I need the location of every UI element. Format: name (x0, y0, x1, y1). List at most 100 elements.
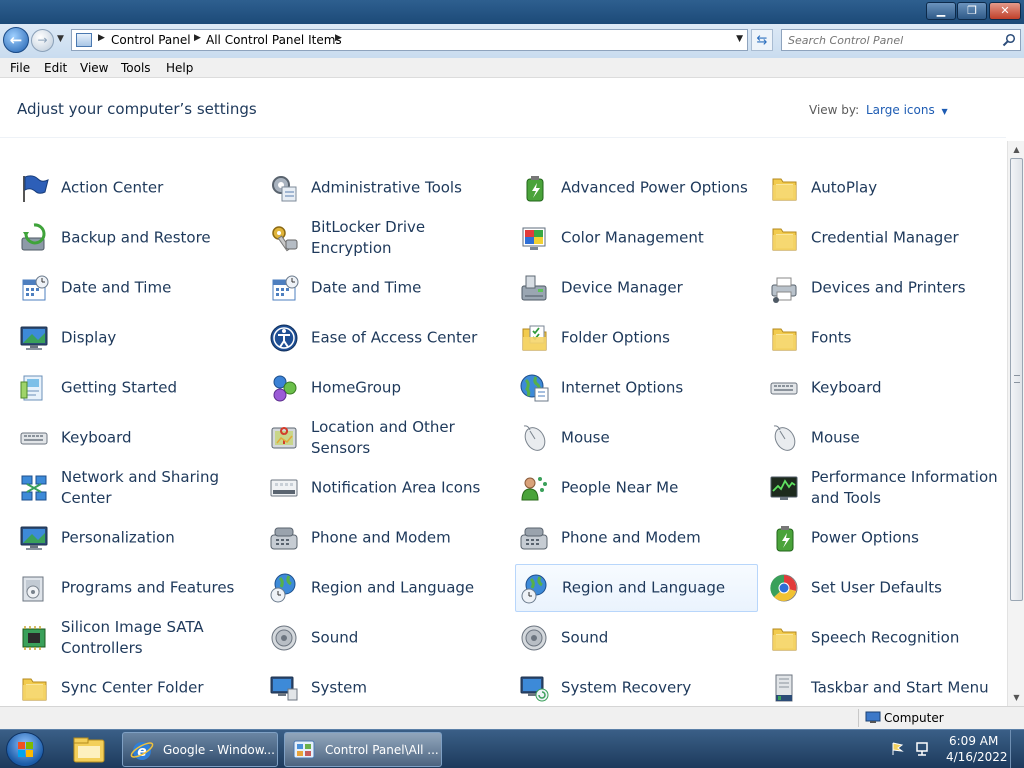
scroll-up-button[interactable]: ▲ (1008, 141, 1024, 158)
control-panel-item[interactable]: Date and Time (265, 264, 508, 312)
taskbar-task-control-panel[interactable]: Control Panel\All ... (284, 732, 442, 767)
monitor-icon (20, 526, 48, 550)
back-button[interactable]: ← (3, 27, 29, 53)
accessibility-icon (270, 324, 298, 352)
breadcrumb-chevron-icon[interactable]: ▶ (194, 33, 201, 43)
control-panel-item[interactable]: Silicon Image SATA Controllers (15, 614, 258, 662)
control-panel-item[interactable]: Getting Started (15, 364, 258, 412)
control-panel-item[interactable]: Administrative Tools (265, 164, 508, 212)
control-panel-item[interactable]: Speech Recognition (765, 614, 1008, 662)
explorer-pinned-icon[interactable] (68, 732, 110, 767)
start-button[interactable] (6, 732, 44, 767)
control-panel-item[interactable]: Advanced Power Options (515, 164, 758, 212)
recent-pages-dropdown[interactable]: ▼ (57, 34, 64, 44)
control-panel-item[interactable]: Region and Language (265, 564, 508, 612)
control-panel-item-label: Location and Other Sensors (311, 418, 455, 457)
forward-button[interactable]: → (31, 29, 54, 52)
back-arrow-icon: ← (9, 31, 23, 49)
control-panel-item[interactable]: Credential Manager (765, 214, 1008, 262)
control-panel-item[interactable]: Notification Area Icons (265, 464, 508, 512)
control-panel-item-label: Sound (561, 628, 609, 647)
control-panel-item[interactable]: Keyboard (765, 364, 1008, 412)
control-panel-item[interactable]: Folder Options (515, 314, 758, 362)
control-panel-item[interactable]: Programs and Features (15, 564, 258, 612)
calendar-icon (272, 275, 299, 301)
control-panel-item-label: HomeGroup (311, 378, 401, 397)
menu-view[interactable]: View (80, 61, 108, 75)
network-tray-icon[interactable] (914, 741, 930, 757)
control-panel-item-label: Date and Time (311, 278, 422, 297)
address-history-dropdown[interactable]: ▼ (736, 34, 743, 44)
scroll-down-button[interactable]: ▼ (1008, 689, 1024, 706)
search-input[interactable] (788, 32, 993, 48)
breadcrumb-chevron-icon[interactable]: ▶ (335, 33, 342, 43)
clock-time[interactable]: 6:09 AM (949, 734, 998, 748)
show-desktop-button[interactable] (1010, 730, 1024, 768)
control-panel-item[interactable]: Power Options (765, 514, 1008, 562)
control-panel-item[interactable]: People Near Me (515, 464, 758, 512)
control-panel-item[interactable]: System Recovery (515, 664, 758, 712)
maximize-button[interactable]: ❐ (957, 2, 987, 20)
control-panel-item[interactable]: Personalization (15, 514, 258, 562)
control-panel-item[interactable]: Fonts (765, 314, 1008, 362)
refresh-button[interactable]: ⇆ (751, 29, 773, 51)
action-center-tray-icon[interactable] (890, 741, 906, 757)
control-panel-item[interactable]: Sync Center Folder (15, 664, 258, 712)
control-panel-item[interactable]: Keyboard (15, 414, 258, 462)
scroll-thumb[interactable] (1010, 158, 1023, 601)
control-panel-item-label: Sync Center Folder (61, 678, 204, 697)
control-panel-item[interactable]: Region and Language (515, 564, 758, 612)
control-panel-item[interactable]: Network and Sharing Center (15, 464, 258, 512)
control-panel-item[interactable]: Action Center (15, 164, 258, 212)
clock-date[interactable]: 4/16/2022 (946, 750, 1008, 764)
breadcrumb-all-items[interactable]: All Control Panel Items (206, 33, 342, 47)
address-bar[interactable]: ▶ Control Panel ▶ All Control Panel Item… (71, 29, 748, 51)
windows-logo-icon (18, 742, 33, 757)
control-panel-item[interactable]: Internet Options (515, 364, 758, 412)
control-panel-item[interactable]: Display (15, 314, 258, 362)
control-panel-item[interactable]: Date and Time (15, 264, 258, 312)
calendar-icon (22, 275, 49, 301)
control-panel-item[interactable]: AutoPlay (765, 164, 1008, 212)
menu-file[interactable]: File (10, 61, 30, 75)
close-button[interactable]: ✕ (989, 2, 1021, 20)
control-panel-item[interactable]: Devices and Printers (765, 264, 1008, 312)
breadcrumb-chevron-icon[interactable]: ▶ (98, 33, 105, 43)
menu-tools[interactable]: Tools (121, 61, 151, 75)
menu-help[interactable]: Help (166, 61, 193, 75)
taskbar-task-ie[interactable]: e Google - Window... (122, 732, 278, 767)
control-panel-item[interactable]: Phone and Modem (265, 514, 508, 562)
control-panel-item[interactable]: Taskbar and Start Menu (765, 664, 1008, 712)
chevron-down-icon: ▼ (941, 107, 948, 116)
control-panel-item[interactable]: BitLocker Drive Encryption (265, 214, 508, 262)
control-panel-item[interactable]: Phone and Modem (515, 514, 758, 562)
minimize-button[interactable]: ▁ (926, 2, 956, 20)
control-panel-item[interactable]: Ease of Access Center (265, 314, 508, 362)
control-panel-item[interactable]: Device Manager (515, 264, 758, 312)
menu-edit[interactable]: Edit (44, 61, 67, 75)
control-panel-item[interactable]: Set User Defaults (765, 564, 1008, 612)
control-panel-item[interactable]: Color Management (515, 214, 758, 262)
control-panel-item[interactable]: Mouse (765, 414, 1008, 462)
control-panel-item[interactable]: HomeGroup (265, 364, 508, 412)
control-panel-item[interactable]: System (265, 664, 508, 712)
control-panel-item[interactable]: Performance Information and Tools (765, 464, 1008, 512)
speaker-icon (521, 625, 547, 651)
view-by-label: View by: (809, 103, 860, 117)
control-panel-item-label: System Recovery (561, 678, 692, 697)
breadcrumb-control-panel[interactable]: Control Panel (111, 33, 191, 47)
control-panel-item[interactable]: Sound (515, 614, 758, 662)
control-panel-item[interactable]: Mouse (515, 414, 758, 462)
view-by-value[interactable]: Large icons (866, 103, 935, 117)
control-panel-item-label: Display (61, 328, 117, 347)
control-panel-item-label: System (311, 678, 367, 697)
view-by-dropdown[interactable]: Large icons ▼ (866, 103, 948, 117)
control-panel-item[interactable]: Backup and Restore (15, 214, 258, 262)
search-box[interactable] (781, 29, 1021, 51)
search-icon[interactable] (1002, 33, 1016, 47)
control-panel-item[interactable]: Location and Other Sensors (265, 414, 508, 462)
control-panel-item[interactable]: Sound (265, 614, 508, 662)
control-panel-item-label: People Near Me (561, 478, 679, 497)
control-panel-item-label: Ease of Access Center (311, 328, 478, 347)
vertical-scrollbar[interactable]: ▲ ▼ (1007, 141, 1024, 706)
